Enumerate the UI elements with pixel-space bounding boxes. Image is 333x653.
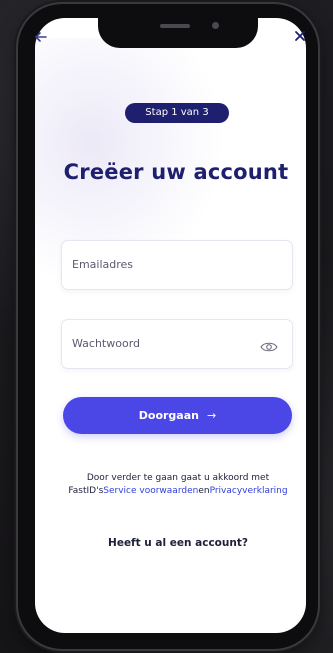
continue-button[interactable]: Doorgaan → — [63, 397, 292, 434]
close-icon[interactable] — [292, 30, 308, 46]
notch-camera — [212, 22, 219, 29]
back-arrow-svg — [35, 32, 47, 42]
password-field[interactable]: Wachtwoord — [61, 319, 293, 369]
arrow-left-icon[interactable] — [33, 30, 49, 46]
phone-notch — [98, 4, 258, 48]
notch-speaker — [160, 24, 190, 28]
page-title: Creëer uw account — [63, 160, 289, 184]
terms-text: Door verder te gaan gaat u akkoord met F… — [60, 472, 296, 498]
eye-icon[interactable] — [260, 338, 278, 352]
terms-connector: en — [198, 486, 210, 496]
email-field[interactable]: Emailadres — [61, 240, 293, 290]
eye-svg — [260, 342, 278, 352]
privacy-link[interactable]: Privacyverklaring — [210, 486, 288, 496]
arrow-right-icon: → — [207, 409, 217, 422]
service-terms-link[interactable]: Service voorwaarden — [103, 486, 198, 496]
step-badge: Stap 1 van 3 — [125, 103, 229, 123]
continue-button-label: Doorgaan — [138, 409, 199, 422]
close-x-svg — [295, 31, 305, 41]
password-placeholder: Wachtwoord — [72, 337, 141, 350]
login-link[interactable]: Heeft u al een account? — [60, 537, 296, 549]
email-placeholder: Emailadres — [72, 258, 134, 271]
